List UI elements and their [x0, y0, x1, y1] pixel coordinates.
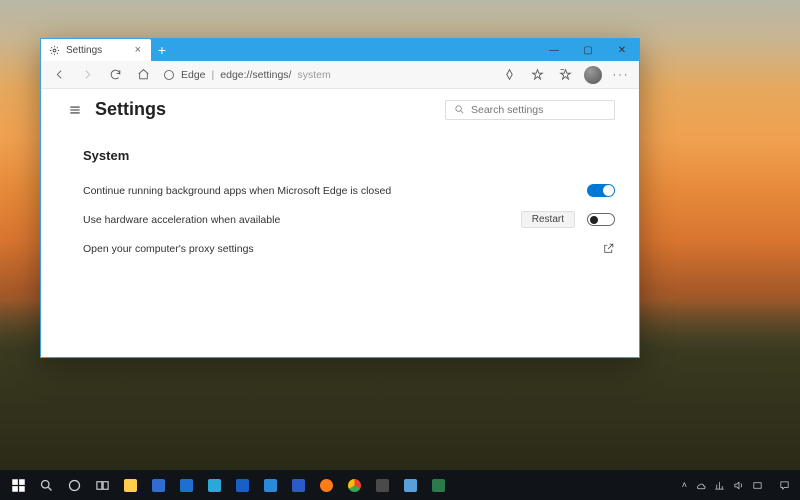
action-center-icon[interactable]: [779, 480, 790, 491]
system-tray: ˄: [682, 480, 796, 491]
home-button[interactable]: [131, 63, 155, 87]
tray-overflow-icon[interactable]: ˄: [682, 480, 687, 490]
search-button[interactable]: [32, 470, 60, 500]
url-prefix: edge://settings/: [220, 69, 291, 81]
profile-avatar[interactable]: [581, 63, 605, 87]
tray-network-icon[interactable]: [714, 480, 725, 491]
tray-language-icon[interactable]: [752, 480, 763, 491]
window-minimize-button[interactable]: —: [537, 39, 571, 61]
url-display[interactable]: Edge | edge://settings/system: [159, 69, 493, 81]
window-close-button[interactable]: ✕: [605, 39, 639, 61]
browser-tab[interactable]: Settings ×: [41, 39, 151, 61]
task-view-button[interactable]: [88, 470, 116, 500]
row-hardware-accel: Use hardware acceleration when available…: [65, 204, 615, 235]
external-link-icon: [602, 242, 615, 255]
url-sep: |: [212, 69, 215, 81]
url-app: Edge: [181, 69, 206, 81]
address-bar: Edge | edge://settings/system ···: [41, 61, 639, 89]
taskbar-app-onedrive[interactable]: [256, 470, 284, 500]
cortana-button[interactable]: [60, 470, 88, 500]
settings-content: Settings System Continue running backgro…: [41, 89, 639, 357]
more-menu-button[interactable]: ···: [609, 63, 633, 87]
favorites-list-button[interactable]: [553, 63, 577, 87]
search-icon: [454, 104, 465, 115]
taskbar-app-mail[interactable]: [172, 470, 200, 500]
search-input[interactable]: [471, 104, 606, 116]
taskbar-app-misc2[interactable]: [396, 470, 424, 500]
taskbar-app-outlook[interactable]: [228, 470, 256, 500]
refresh-button[interactable]: [103, 63, 127, 87]
edge-logo-icon: [163, 69, 175, 81]
toggle-background-apps[interactable]: [587, 184, 615, 197]
restart-button[interactable]: Restart: [521, 211, 575, 228]
taskbar-app-edge[interactable]: [200, 470, 228, 500]
taskbar-app-firefox[interactable]: [312, 470, 340, 500]
back-button[interactable]: [47, 63, 71, 87]
new-tab-button[interactable]: +: [151, 39, 173, 61]
toggle-hardware-accel[interactable]: [587, 213, 615, 226]
section-heading: System: [83, 148, 615, 163]
taskbar-app-misc1[interactable]: [368, 470, 396, 500]
taskbar-app-security[interactable]: [424, 470, 452, 500]
tab-title: Settings: [66, 45, 102, 56]
window-maximize-button[interactable]: ▢: [571, 39, 605, 61]
forward-button[interactable]: [75, 63, 99, 87]
tab-close-icon[interactable]: ×: [133, 45, 143, 56]
edge-window: Settings × + — ▢ ✕ Edge | edge://setting…: [40, 38, 640, 358]
row-label: Open your computer's proxy settings: [83, 243, 254, 255]
page-title: Settings: [95, 99, 166, 120]
row-background-apps: Continue running background apps when Mi…: [65, 177, 615, 204]
taskbar-app-chrome[interactable]: [340, 470, 368, 500]
row-label: Use hardware acceleration when available: [83, 214, 280, 226]
search-settings-field[interactable]: [445, 100, 615, 120]
row-label: Continue running background apps when Mi…: [83, 185, 391, 197]
taskbar-app-store[interactable]: [144, 470, 172, 500]
start-button[interactable]: [4, 470, 32, 500]
desktop-wallpaper: Settings × + — ▢ ✕ Edge | edge://setting…: [0, 0, 800, 500]
settings-menu-button[interactable]: [65, 100, 85, 120]
tray-volume-icon[interactable]: [733, 480, 744, 491]
favorite-button[interactable]: [525, 63, 549, 87]
taskbar-app-explorer[interactable]: [116, 470, 144, 500]
taskbar-app-word[interactable]: [284, 470, 312, 500]
gear-icon: [49, 45, 60, 56]
row-proxy-settings[interactable]: Open your computer's proxy settings: [65, 235, 615, 262]
url-path: system: [297, 69, 330, 81]
titlebar: Settings × + — ▢ ✕: [41, 39, 639, 61]
read-aloud-button[interactable]: [497, 63, 521, 87]
tray-onedrive-icon[interactable]: [695, 480, 706, 491]
taskbar: ˄: [0, 470, 800, 500]
